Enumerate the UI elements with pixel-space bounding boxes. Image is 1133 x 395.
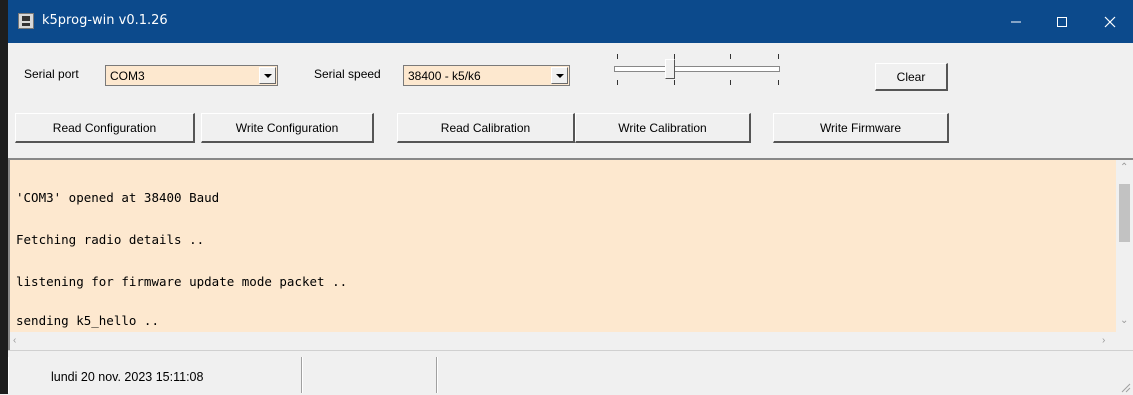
maximize-button[interactable] <box>1039 0 1085 43</box>
chevron-down-icon[interactable] <box>551 67 568 84</box>
minimize-button[interactable] <box>993 0 1039 43</box>
status-datetime: lundi 20 nov. 2023 15:11:08 <box>51 370 204 384</box>
slider-tick <box>617 80 618 85</box>
scroll-left-icon[interactable]: ‹ <box>13 336 16 346</box>
slider-tick <box>778 54 779 59</box>
log-text[interactable]: 'COM3' opened at 38400 Baud Fetching rad… <box>10 160 1116 332</box>
vertical-scrollbar[interactable]: ⌃ ⌄ <box>1116 160 1133 332</box>
slider-tick <box>730 80 731 85</box>
log-line: 'COM3' opened at 38400 Baud <box>16 190 220 205</box>
scroll-right-icon[interactable]: › <box>1102 336 1105 346</box>
vertical-scroll-thumb[interactable] <box>1119 184 1130 242</box>
app-icon <box>18 13 34 29</box>
serial-port-select[interactable]: COM3 <box>105 65 278 86</box>
slider-tick <box>617 54 618 59</box>
window-left-edge <box>0 0 8 394</box>
status-panel <box>302 357 437 393</box>
clear-button[interactable]: Clear <box>875 63 948 91</box>
serial-speed-select[interactable]: 38400 - k5/k6 <box>403 65 570 86</box>
log-line: listening for firmware update mode packe… <box>16 274 348 289</box>
serial-speed-value: 38400 - k5/k6 <box>408 69 481 83</box>
write-configuration-button[interactable]: Write Configuration <box>201 113 374 143</box>
window-title: k5prog-win v0.1.26 <box>42 13 168 28</box>
resize-grip-icon[interactable] <box>1121 383 1131 393</box>
slider-thumb[interactable] <box>665 59 675 79</box>
read-calibration-button[interactable]: Read Calibration <box>397 113 575 143</box>
scrollbar-corner <box>1116 332 1133 350</box>
speed-slider[interactable] <box>612 52 784 86</box>
log-area[interactable]: 'COM3' opened at 38400 Baud Fetching rad… <box>8 158 1133 350</box>
read-configuration-button[interactable]: Read Configuration <box>15 113 195 143</box>
minimize-icon <box>1011 21 1021 22</box>
serial-speed-label: Serial speed <box>314 67 381 81</box>
serial-port-label: Serial port <box>24 67 79 81</box>
horizontal-scrollbar[interactable]: ‹ › <box>10 332 1116 350</box>
log-line: Fetching radio details .. <box>16 232 205 247</box>
slider-tick <box>778 80 779 85</box>
chevron-down-icon[interactable] <box>259 67 276 84</box>
slider-tick <box>674 80 675 85</box>
scroll-up-icon[interactable]: ⌃ <box>1120 163 1128 173</box>
title-bar: k5prog-win v0.1.26 <box>8 0 1133 43</box>
status-bar: lundi 20 nov. 2023 15:11:08 <box>8 350 1133 395</box>
write-firmware-button[interactable]: Write Firmware <box>773 113 949 143</box>
slider-tick <box>730 54 731 59</box>
scroll-down-icon[interactable]: ⌄ <box>1120 316 1128 326</box>
close-icon <box>1104 16 1116 27</box>
write-calibration-button[interactable]: Write Calibration <box>575 113 751 143</box>
maximize-icon <box>1057 16 1067 27</box>
status-panel <box>437 357 1117 393</box>
status-panel-datetime: lundi 20 nov. 2023 15:11:08 <box>8 357 302 393</box>
log-line: sending k5_hello .. <box>16 313 159 328</box>
slider-track[interactable] <box>614 66 780 72</box>
serial-port-value: COM3 <box>110 69 145 83</box>
close-button[interactable] <box>1087 0 1133 43</box>
control-panel: Serial port COM3 Serial speed 38400 - k5… <box>8 43 1133 158</box>
